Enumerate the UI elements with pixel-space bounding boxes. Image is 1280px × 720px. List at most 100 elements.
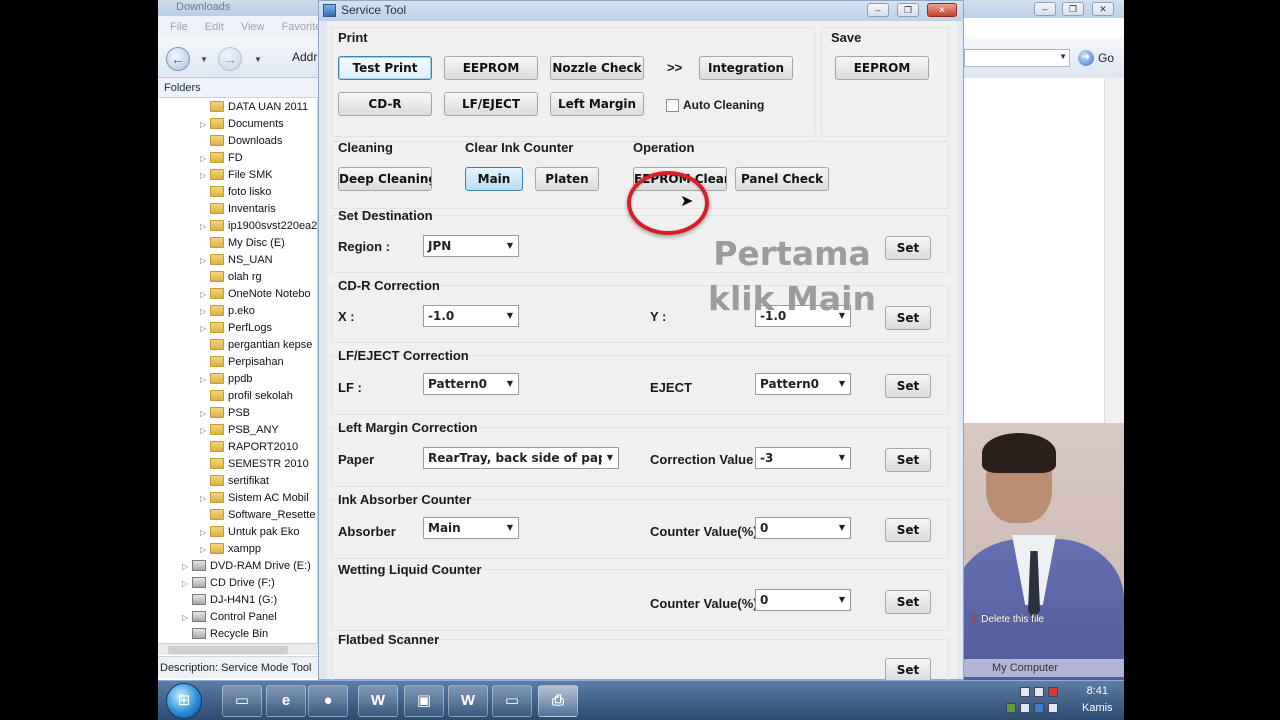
expand-arrow-icon[interactable]: ▷ [200,371,210,388]
tree-item[interactable]: SEMESTR 2010 [200,456,309,473]
vertical-scrollbar[interactable] [1104,78,1124,425]
chevron-down-icon[interactable]: ▼ [834,518,850,538]
close-icon[interactable]: ✕ [927,3,957,17]
main-ink-counter-button[interactable]: Main [465,167,523,191]
tree-item[interactable]: sertifikat [200,473,269,490]
chevron-down-icon[interactable]: ▼ [502,518,518,538]
lf-eject-set-button[interactable]: Set [885,374,931,398]
tree-item[interactable]: Software_Resette [200,507,315,524]
tree-item[interactable]: DJ-H4N1 (G:) [182,592,277,609]
back-dropdown-icon[interactable]: ▼ [200,55,208,64]
tree-item[interactable]: RAPORT2010 [200,439,298,456]
left-margin-button[interactable]: Left Margin [550,92,644,116]
cdr-set-button[interactable]: Set [885,306,931,330]
expand-arrow-icon[interactable]: ▷ [200,405,210,422]
tree-item[interactable]: ▷ OneNote Notebo [200,286,311,303]
menu-file[interactable]: File [170,21,188,33]
tree-item[interactable]: ▷ ip1900svst220ea2 [200,218,317,235]
tree-item[interactable]: Perpisahan [200,354,284,371]
tree-item[interactable]: ▷ File SMK [200,167,273,184]
region-select[interactable]: JPN ▼ [423,235,519,257]
chevron-down-icon[interactable]: ▼ [834,374,850,394]
expand-arrow-icon[interactable]: ▷ [200,422,210,439]
expand-arrow-icon[interactable]: ▷ [182,609,192,626]
expand-arrow-icon[interactable]: ▷ [200,167,210,184]
menu-view[interactable]: View [241,21,265,33]
absorber-counter-select[interactable]: 0 ▼ [755,517,851,539]
expand-arrow-icon[interactable]: ▷ [182,575,192,592]
menu-favorites[interactable]: Favorite [282,21,322,33]
auto-cleaning-checkbox[interactable] [666,99,679,112]
tree-item[interactable]: ▷ PSB_ANY [200,422,279,439]
windows-orb-icon[interactable]: ⊞ [166,683,202,719]
clock[interactable]: 8:41 Kamis [1082,683,1113,717]
wetting-counter-select[interactable]: 0 ▼ [755,589,851,611]
tree-item[interactable]: ▷ Documents [200,116,284,133]
volume-icon[interactable] [1048,703,1058,713]
expand-arrow-icon[interactable]: ▷ [200,524,210,541]
expand-arrow-icon[interactable]: ▷ [200,150,210,167]
integration-button[interactable]: Integration [699,56,793,80]
service-tool-icon[interactable]: ⎙ [538,685,578,717]
network-icon[interactable] [1020,687,1030,697]
expand-arrow-icon[interactable]: ▷ [200,286,210,303]
expand-arrow-icon[interactable]: ▷ [182,558,192,575]
platen-ink-counter-button[interactable]: Platen [535,167,599,191]
eeprom-save-button[interactable]: EEPROM [835,56,929,80]
word-icon[interactable]: W [358,685,398,717]
folder-icon[interactable]: ▣ [404,685,444,717]
panel-check-button[interactable]: Panel Check [735,167,829,191]
tree-item[interactable]: profil sekolah [200,388,293,405]
antivirus-icon[interactable] [1048,687,1058,697]
word-icon[interactable]: W [448,685,488,717]
go-arrow-icon[interactable]: ➜ [1078,50,1094,66]
tree-item[interactable]: Inventaris [200,201,276,218]
nozzle-check-button[interactable]: Nozzle Check [550,56,644,80]
window-icon[interactable]: ▭ [492,685,532,717]
address-input[interactable]: ▼ [964,49,1070,67]
internet-explorer-icon[interactable]: e [266,685,306,717]
tree-item[interactable]: Recycle Bin [182,626,268,643]
chevron-down-icon[interactable]: ▼ [502,374,518,394]
tree-item[interactable]: ▷ Untuk pak Eko [200,524,300,541]
tree-item[interactable]: ▷ xampp [200,541,261,558]
maximize-icon[interactable]: ❐ [1062,2,1084,16]
forward-arrow-icon[interactable]: → [218,47,242,71]
tree-item[interactable]: ▷ PerfLogs [200,320,272,337]
tree-item[interactable]: ▷ CD Drive (F:) [182,575,275,592]
tree-item[interactable]: My Disc (E) [200,235,285,252]
usb-icon[interactable] [1020,703,1030,713]
tree-item[interactable]: ▷ PSB [200,405,250,422]
firefox-icon[interactable]: ● [308,685,348,717]
tree-item[interactable]: ▷ DVD-RAM Drive (E:) [182,558,311,575]
expand-arrow-icon[interactable]: ▷ [200,116,210,133]
tree-item[interactable]: ▷ FD [200,150,243,167]
tree-item[interactable]: foto lisko [200,184,271,201]
tree-item[interactable]: ▷ ppdb [200,371,252,388]
folder-tree[interactable]: DATA UAN 2011 ▷ Documents Downloads ▷ FD ▷ File… [158,99,318,643]
deep-cleaning-button[interactable]: Deep Cleaning [338,167,432,191]
forward-dropdown-icon[interactable]: ▼ [254,55,262,64]
eeprom-print-button[interactable]: EEPROM [444,56,538,80]
delete-file-hint[interactable]: Delete this file [970,614,1044,625]
chevron-down-icon[interactable]: ▼ [502,236,518,256]
back-arrow-icon[interactable]: ← [166,47,190,71]
menu-edit[interactable]: Edit [205,21,224,33]
ink-absorber-set-button[interactable]: Set [885,518,931,542]
paper-select[interactable]: RearTray, back side of paper ▼ [423,447,619,469]
go-button[interactable]: Go [1098,51,1114,65]
chevron-down-icon[interactable]: ▼ [834,448,850,468]
lf-select[interactable]: Pattern0 ▼ [423,373,519,395]
wetting-liquid-set-button[interactable]: Set [885,590,931,614]
cd-r-button[interactable]: CD-R [338,92,432,116]
correction-value-select[interactable]: -3 ▼ [755,447,851,469]
tree-item[interactable]: Downloads [200,133,282,150]
left-margin-set-button[interactable]: Set [885,448,931,472]
chevron-down-icon[interactable]: ▼ [502,306,518,326]
scrollbar-thumb[interactable] [168,646,288,654]
chevron-down-icon[interactable]: ▼ [834,590,850,610]
minimize-icon[interactable]: – [1034,2,1056,16]
chevron-down-icon[interactable]: ▼ [1059,52,1067,61]
tree-item[interactable]: olah rg [200,269,262,286]
expand-arrow-icon[interactable]: ▷ [200,303,210,320]
